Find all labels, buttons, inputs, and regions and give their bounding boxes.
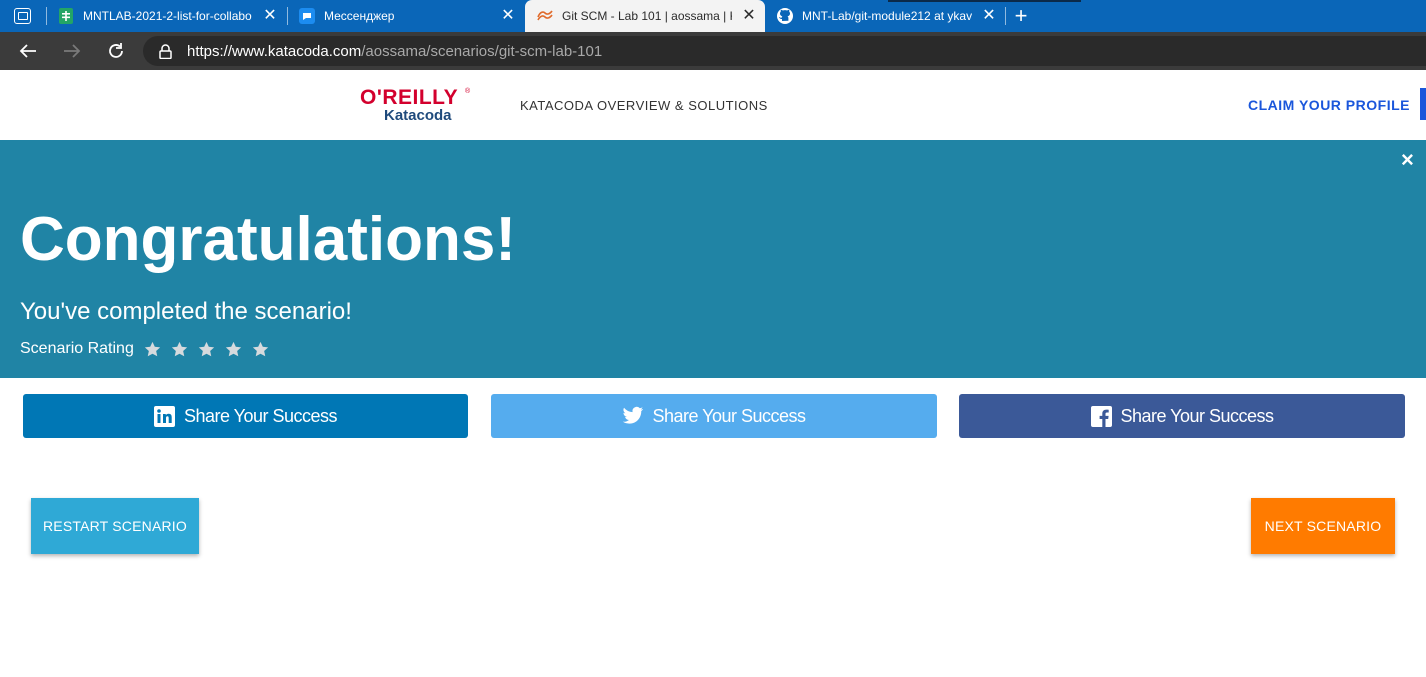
url-host: https://www.katacoda.com	[187, 42, 362, 60]
url-input[interactable]: https://www.katacoda.com/aossama/scenari…	[143, 36, 1426, 66]
close-icon[interactable]: ✕	[262, 7, 278, 25]
nav-overview-solutions[interactable]: KATACODA OVERVIEW & SOLUTIONS	[520, 98, 768, 113]
linkedin-icon	[154, 405, 176, 427]
tab-katacoda-active[interactable]: Git SCM - Lab 101 | aossama | Ka ✕	[525, 0, 765, 32]
tab-title: Мессенджер	[324, 9, 395, 23]
facebook-icon	[1090, 405, 1112, 427]
tab-separator	[1005, 7, 1006, 25]
oreilly-katacoda-logo[interactable]: O'REILLY ® Katacoda	[360, 86, 472, 126]
share-twitter-button[interactable]: Share Your Success	[491, 394, 937, 438]
next-scenario-button[interactable]: NEXT SCENARIO	[1251, 498, 1395, 554]
page-title: Congratulations!	[20, 205, 516, 274]
star-icon[interactable]	[144, 341, 161, 358]
close-banner-icon[interactable]: ×	[1401, 149, 1414, 171]
messenger-icon	[299, 8, 315, 24]
share-linkedin-button[interactable]: Share Your Success	[23, 394, 468, 438]
new-tab-button[interactable]: +	[1010, 3, 1032, 29]
star-icon[interactable]	[252, 341, 269, 358]
congratulations-banner: × Congratulations! You've completed the …	[0, 140, 1426, 378]
restart-scenario-button[interactable]: RESTART SCENARIO	[31, 498, 199, 554]
share-facebook-label: Share Your Success	[1120, 405, 1274, 426]
completion-message: You've completed the scenario!	[20, 298, 352, 325]
next-scenario-label: NEXT SCENARIO	[1264, 518, 1382, 534]
tab-sheets[interactable]: MNTLAB-2021-2-list-for-collabo ✕	[46, 0, 286, 32]
star-icon[interactable]	[171, 341, 188, 358]
star-icon[interactable]	[225, 341, 242, 358]
back-icon[interactable]	[15, 38, 41, 64]
katacoda-icon	[537, 8, 553, 24]
refresh-icon[interactable]	[103, 38, 129, 64]
tab-github[interactable]: MNT-Lab/git-module212 at ykav ✕	[765, 0, 1005, 32]
scenario-rating: Scenario Rating	[20, 340, 279, 358]
share-twitter-label: Share Your Success	[652, 405, 806, 426]
github-icon	[777, 8, 793, 24]
close-icon[interactable]: ✕	[741, 7, 757, 25]
claim-profile-link[interactable]: CLAIM YOUR PROFILE	[1248, 97, 1410, 113]
share-linkedin-label: Share Your Success	[183, 405, 338, 426]
lock-icon	[159, 43, 173, 59]
sheets-icon	[58, 8, 74, 24]
browser-tab-bar: MNTLAB-2021-2-list-for-collabo ✕ Мессенд…	[0, 0, 1426, 32]
logo-katacoda-text: Katacoda	[384, 107, 452, 124]
forward-icon[interactable]	[59, 38, 85, 64]
twitter-icon	[622, 405, 644, 427]
tab-messenger[interactable]: Мессенджер ✕	[287, 0, 524, 32]
share-facebook-button[interactable]: Share Your Success	[959, 394, 1405, 438]
tab-title: MNT-Lab/git-module212 at ykav	[802, 9, 972, 23]
tab-actions-icon[interactable]	[14, 8, 31, 24]
tab-title: Git SCM - Lab 101 | aossama | Ka	[562, 9, 732, 23]
site-header: O'REILLY ® Katacoda KATACODA OVERVIEW & …	[0, 70, 1426, 140]
star-icon[interactable]	[198, 341, 215, 358]
url-path: /aossama/scenarios/git-scm-lab-101	[361, 42, 603, 60]
restart-scenario-label: RESTART SCENARIO	[42, 518, 187, 534]
tab-title: MNTLAB-2021-2-list-for-collabo	[83, 9, 252, 23]
logo-registered-mark: ®	[465, 88, 471, 95]
close-icon[interactable]: ✕	[500, 7, 516, 25]
header-button-edge[interactable]	[1420, 88, 1426, 120]
rating-label: Scenario Rating	[20, 340, 134, 357]
close-icon[interactable]: ✕	[981, 7, 997, 25]
address-bar: https://www.katacoda.com/aossama/scenari…	[0, 32, 1426, 70]
